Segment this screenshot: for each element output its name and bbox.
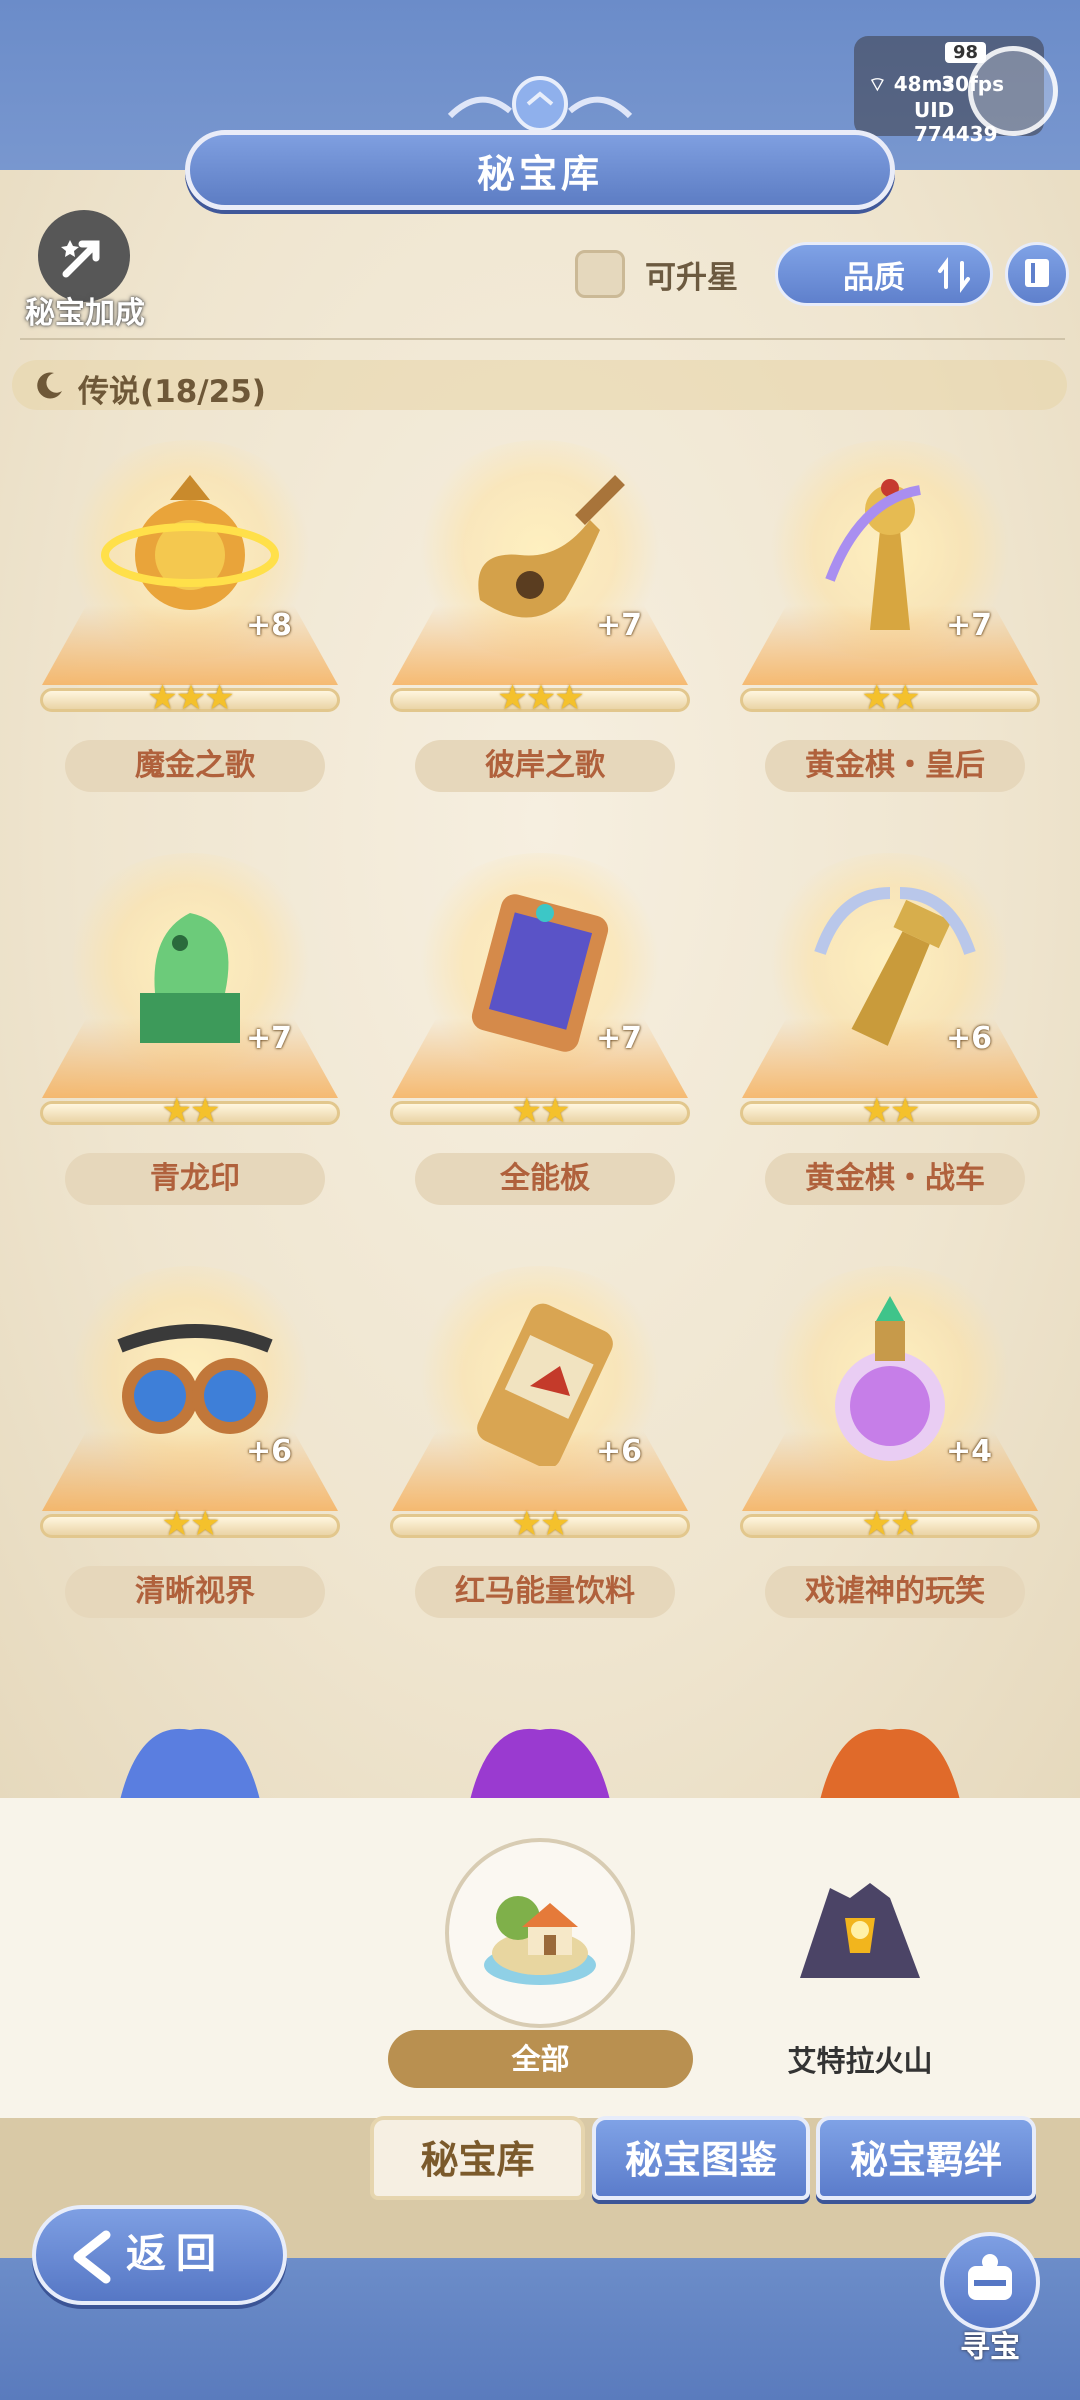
card-name: 青龙印: [65, 1153, 325, 1205]
legend-section-header: 传说(18/25): [12, 360, 1067, 410]
wifi-icon: ⌔: [868, 72, 894, 96]
upgradable-label: 可升星: [645, 260, 738, 296]
treasure-card[interactable]: +6 ★★ 黄金棋・战车: [740, 843, 1040, 1243]
treasure-hunt-button[interactable]: 寻宝: [935, 2232, 1045, 2372]
card-level: +7: [595, 1021, 642, 1056]
card-level: +6: [945, 1021, 992, 1056]
treasure-card[interactable]: +6 ★★ 红马能量饮料: [390, 1256, 690, 1656]
treasure-hunt-label: 寻宝: [960, 2330, 1020, 2365]
crown-relic-icon[interactable]: [100, 1700, 280, 1800]
treasure-card[interactable]: +8 ★★★ 魔金之歌: [40, 430, 340, 830]
treasure-bonus-button[interactable]: 秘宝加成: [10, 210, 160, 331]
card-stars: ★★: [161, 1504, 221, 1544]
card-level: +6: [245, 1434, 292, 1469]
treasure-card[interactable]: +7 ★★ 全能板: [390, 843, 690, 1243]
treasure-card[interactable]: +7 ★★★ 彼岸之歌: [390, 430, 690, 830]
arrow-up-stars-icon: [61, 240, 100, 278]
crown-ornament-icon: [447, 76, 633, 132]
back-label: 返回: [126, 2231, 226, 2277]
card-level: +4: [945, 1434, 992, 1469]
back-arrow-icon: [73, 2230, 111, 2284]
tab-codex[interactable]: 秘宝图鉴: [592, 2116, 810, 2200]
card-name: 彼岸之歌: [415, 740, 675, 792]
phoenix-relic-icon[interactable]: [800, 1700, 980, 1800]
card-level: +7: [595, 608, 642, 643]
sort-label: 品质: [843, 259, 905, 296]
card-stars: ★★: [861, 1504, 921, 1544]
card-stars: ★★★: [147, 678, 234, 718]
card-stars: ★★: [861, 1091, 921, 1131]
treasure-grid: +8 ★★★ 魔金之歌 +7 ★★★ 彼岸之歌 +7 ★★ 黄金棋・皇后 +7 ★★ 青龙印 +7 ★★ 全…: [0, 430, 1080, 1800]
card-name: 魔金之歌: [65, 740, 325, 792]
treasure-chest-icon: [968, 2254, 1012, 2300]
card-level: +6: [595, 1434, 642, 1469]
back-button[interactable]: 返回: [32, 2205, 287, 2305]
treasure-hunt-circle: [940, 2232, 1040, 2332]
treasure-card[interactable]: +6 ★★ 清晰视界: [40, 1256, 340, 1656]
filter-all-button[interactable]: 全部: [388, 2030, 693, 2088]
card-stars: ★★: [861, 678, 921, 718]
upgradable-checkbox[interactable]: [575, 250, 625, 298]
card-stars: ★★: [511, 1091, 571, 1131]
card-name: 清晰视界: [65, 1566, 325, 1618]
card-level: +7: [245, 1021, 292, 1056]
treasure-card[interactable]: +4 ★★ 戏谑神的玩笑: [740, 1256, 1040, 1656]
card-name: 全能板: [415, 1153, 675, 1205]
section-title: 传说(18/25): [78, 374, 266, 410]
floating-assist-button[interactable]: [968, 46, 1058, 136]
page-title: 秘宝库: [185, 130, 895, 210]
card-level: +8: [245, 608, 292, 643]
card-name: 黄金棋・战车: [765, 1153, 1025, 1205]
sort-quality-button[interactable]: 品质: [775, 242, 993, 306]
purple-relic-icon[interactable]: [450, 1700, 630, 1800]
header-divider: [20, 338, 1065, 340]
island-house-icon: [484, 1896, 596, 1985]
catalog-book-button[interactable]: [1005, 242, 1069, 306]
bonus-label: 秘宝加成: [25, 296, 145, 331]
crescent-icon: [37, 372, 62, 399]
treasure-card[interactable]: +7 ★★ 青龙印: [40, 843, 340, 1243]
tab-vault[interactable]: 秘宝库: [370, 2116, 585, 2200]
card-stars: ★★: [511, 1504, 571, 1544]
card-stars: ★★★: [497, 678, 584, 718]
sort-arrows-icon: [938, 257, 970, 293]
region-filter-panel: 全部 艾特拉火山: [0, 1798, 1080, 2118]
treasure-card[interactable]: +7 ★★ 黄金棋・皇后: [740, 430, 1040, 830]
filter-volcano-label: 艾特拉火山: [787, 2044, 933, 2078]
card-name: 红马能量饮料: [415, 1566, 675, 1618]
tab-bonds[interactable]: 秘宝羁绊: [816, 2116, 1036, 2200]
card-name: 戏谑神的玩笑: [765, 1566, 1025, 1618]
card-stars: ★★: [161, 1091, 221, 1131]
book-icon: [1025, 259, 1049, 287]
card-name: 黄金棋・皇后: [765, 740, 1025, 792]
card-level: +7: [945, 608, 992, 643]
status-overlay: 98 ⌔ 48ms 30fps UID 774439: [854, 36, 1058, 146]
volcano-icon[interactable]: [790, 1858, 930, 1998]
